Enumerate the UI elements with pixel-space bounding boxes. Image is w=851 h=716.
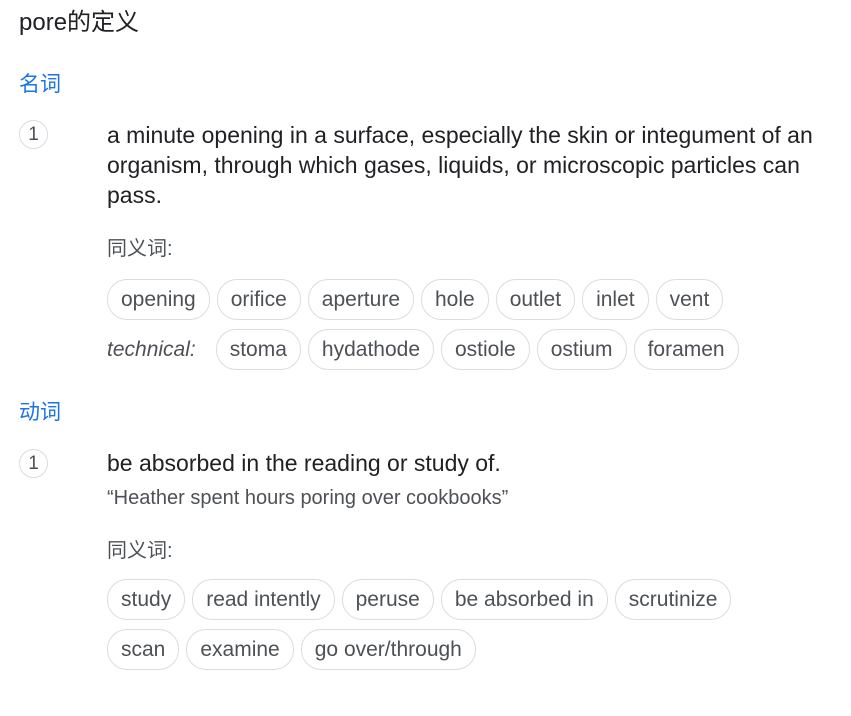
synonym-chip[interactable]: read intently xyxy=(192,579,335,620)
synonym-chip[interactable]: stoma xyxy=(215,329,301,370)
synonym-chip[interactable]: ostium xyxy=(536,329,627,370)
verb-synonyms-row-2: scan examine go over/through xyxy=(107,629,483,670)
noun-sense-number: 1 xyxy=(19,120,48,149)
synonym-chip[interactable]: be absorbed in xyxy=(440,579,608,620)
page-title: pore的定义 xyxy=(19,9,140,36)
synonym-chip[interactable]: opening xyxy=(107,279,210,320)
technical-register-label: technical: xyxy=(107,337,196,361)
noun-technical-synonyms-row: technical: stoma hydathode ostiole ostiu… xyxy=(107,329,746,370)
synonym-chip[interactable]: hole xyxy=(421,279,489,320)
synonym-chip[interactable]: inlet xyxy=(582,279,649,320)
synonym-chip[interactable]: peruse xyxy=(341,579,434,620)
verb-synonyms-label: 同义词: xyxy=(107,540,173,562)
noun-definition: a minute opening in a surface, especiall… xyxy=(107,122,813,208)
synonym-chip[interactable]: vent xyxy=(655,279,724,320)
synonym-chip[interactable]: ostiole xyxy=(441,329,530,370)
verb-pos-label: 动词 xyxy=(19,401,61,424)
synonym-chip[interactable]: foramen xyxy=(633,329,739,370)
verb-sense-number: 1 xyxy=(19,449,48,478)
verb-definition: be absorbed in the reading or study of. xyxy=(107,450,501,476)
verb-example: “Heather spent hours poring over cookboo… xyxy=(107,487,509,509)
synonym-chip[interactable]: examine xyxy=(186,629,294,670)
synonym-chip[interactable]: orifice xyxy=(216,279,301,320)
synonym-chip[interactable]: scrutinize xyxy=(614,579,732,620)
synonym-chip[interactable]: hydathode xyxy=(307,329,434,370)
synonym-chip[interactable]: go over/through xyxy=(300,629,476,670)
noun-pos-label: 名词 xyxy=(19,73,61,96)
synonym-chip[interactable]: aperture xyxy=(307,279,414,320)
synonym-chip[interactable]: outlet xyxy=(495,279,576,320)
verb-synonyms-row: study read intently peruse be absorbed i… xyxy=(107,579,738,620)
synonym-chip[interactable]: scan xyxy=(107,629,180,670)
synonym-chip[interactable]: study xyxy=(107,579,186,620)
noun-synonyms-row: opening orifice aperture hole outlet inl… xyxy=(107,279,730,320)
noun-synonyms-label: 同义词: xyxy=(107,238,173,260)
